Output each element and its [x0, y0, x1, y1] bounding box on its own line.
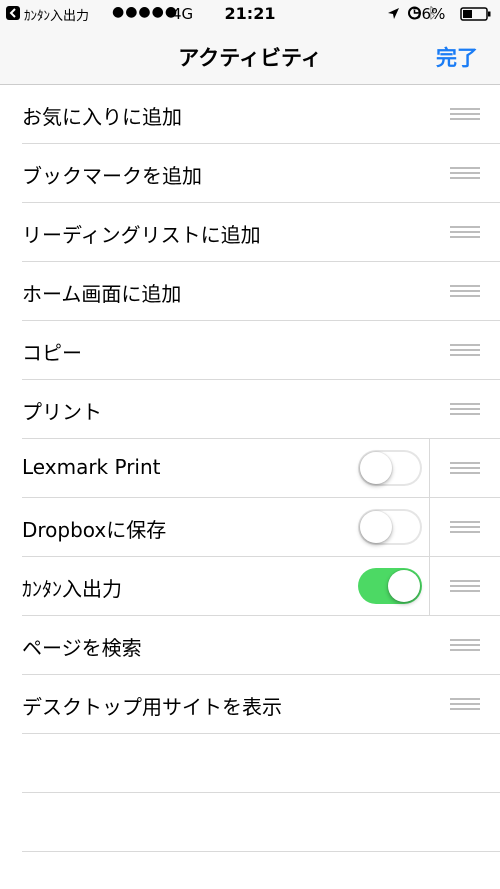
- row-label: ブックマークを追加: [22, 164, 202, 188]
- list-item-dropbox: Dropboxに保存: [22, 498, 500, 557]
- row-label: お気に入りに追加: [22, 105, 182, 129]
- row-label: コピー: [22, 341, 82, 365]
- list-item: デスクトップ用サイトを表示: [22, 675, 500, 734]
- reorder-handle-icon[interactable]: [450, 108, 480, 120]
- reorder-handle-icon[interactable]: [450, 344, 480, 356]
- toggle-knob: [360, 452, 392, 484]
- row-label: プリント: [22, 400, 102, 424]
- dropbox-toggle[interactable]: [358, 509, 422, 545]
- reorder-handle-icon[interactable]: [450, 639, 480, 651]
- row-label: Lexmark Print: [22, 455, 161, 479]
- row-label: ページを検索: [22, 636, 142, 660]
- reorder-handle-icon[interactable]: [450, 403, 480, 415]
- list-item: ページを検索: [22, 616, 500, 675]
- reorder-handle-icon[interactable]: [450, 698, 480, 710]
- list-item: ホーム画面に追加: [22, 262, 500, 321]
- toggle-knob: [388, 570, 420, 602]
- reorder-handle-icon[interactable]: [450, 226, 480, 238]
- location-icon: [387, 6, 400, 24]
- row-label: ホーム画面に追加: [22, 282, 182, 306]
- reorder-handle-icon[interactable]: [450, 580, 480, 592]
- list-item-lexmark-print: Lexmark Print: [22, 439, 500, 498]
- reorder-handle-icon[interactable]: [450, 462, 480, 474]
- divider: [429, 439, 430, 497]
- done-button[interactable]: 完了: [436, 42, 478, 72]
- reorder-handle-icon[interactable]: [450, 285, 480, 297]
- row-label: Dropboxに保存: [22, 518, 167, 542]
- kantan-toggle[interactable]: [358, 568, 422, 604]
- list-item: リーディングリストに追加: [22, 203, 500, 262]
- lexmark-print-toggle[interactable]: [358, 450, 422, 486]
- page-title: アクティビティ: [178, 46, 322, 70]
- divider: [429, 557, 430, 615]
- empty-row: [22, 793, 500, 852]
- list-item: プリント: [22, 380, 500, 439]
- list-item-kantan: ｶﾝﾀﾝ入出力: [22, 557, 500, 616]
- battery-percentage: 36%: [412, 5, 446, 23]
- battery-icon: [460, 7, 492, 25]
- toggle-knob: [360, 511, 392, 543]
- empty-row: [22, 734, 500, 793]
- reorder-handle-icon[interactable]: [450, 521, 480, 533]
- status-bar: ｶﾝﾀﾝ入出力 ●●●●● 4G 21:21 ᛒ 36%: [0, 0, 500, 28]
- divider: [429, 498, 430, 556]
- row-label: リーディングリストに追加: [22, 223, 261, 247]
- activity-list: お気に入りに追加 ブックマークを追加 リーディングリストに追加 ホーム画面に追加…: [0, 85, 500, 852]
- reorder-handle-icon[interactable]: [450, 167, 480, 179]
- row-label: デスクトップ用サイトを表示: [22, 695, 282, 719]
- row-label: ｶﾝﾀﾝ入出力: [22, 577, 122, 601]
- list-item: コピー: [22, 321, 500, 380]
- list-item: お気に入りに追加: [22, 85, 500, 144]
- list-item: ブックマークを追加: [22, 144, 500, 203]
- navigation-bar: アクティビティ 完了: [0, 28, 500, 85]
